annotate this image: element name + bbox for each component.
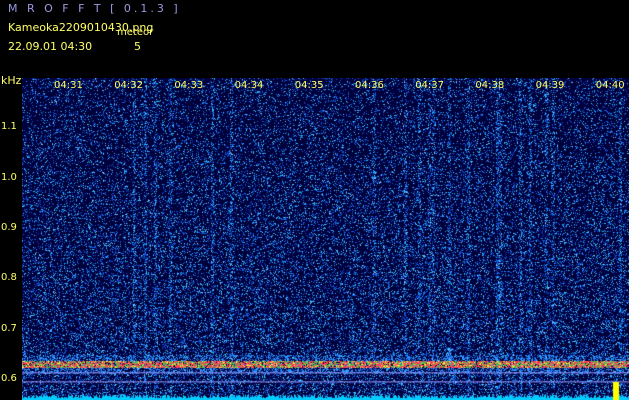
y-tick-label: 1.1 bbox=[1, 121, 17, 133]
x-tick-label: 04:33 bbox=[174, 80, 204, 91]
date-time: 22.09.01 04:30 bbox=[8, 40, 93, 53]
x-tick-label: 04:37 bbox=[415, 80, 445, 91]
y-tick-label: 0.6 bbox=[1, 372, 17, 384]
x-tick-label: 04:40 bbox=[595, 80, 625, 91]
app-title: M R O F F T [ 0.1.3 ] bbox=[8, 2, 181, 15]
x-tick-label: 04:34 bbox=[234, 80, 264, 91]
x-tick-label: 04:36 bbox=[355, 80, 384, 91]
x-tick-label: 04:31 bbox=[54, 80, 83, 91]
meteor-count: 5 bbox=[134, 40, 141, 53]
x-tick-label: 04:39 bbox=[535, 80, 565, 91]
spectrogram-canvas bbox=[22, 78, 629, 400]
type-label: meteor bbox=[117, 27, 154, 38]
y-tick-label: 0.9 bbox=[1, 221, 17, 233]
y-axis-unit: kHz bbox=[1, 74, 22, 87]
x-tick-label: 04:32 bbox=[114, 80, 144, 91]
x-tick-label: 04:38 bbox=[475, 80, 505, 91]
x-tick-label: 04:35 bbox=[294, 80, 324, 91]
spectrogram-area bbox=[22, 78, 629, 400]
y-tick-label: 1.0 bbox=[1, 171, 17, 183]
y-tick-label: 0.8 bbox=[1, 272, 17, 284]
y-tick-label: 0.7 bbox=[1, 322, 17, 334]
